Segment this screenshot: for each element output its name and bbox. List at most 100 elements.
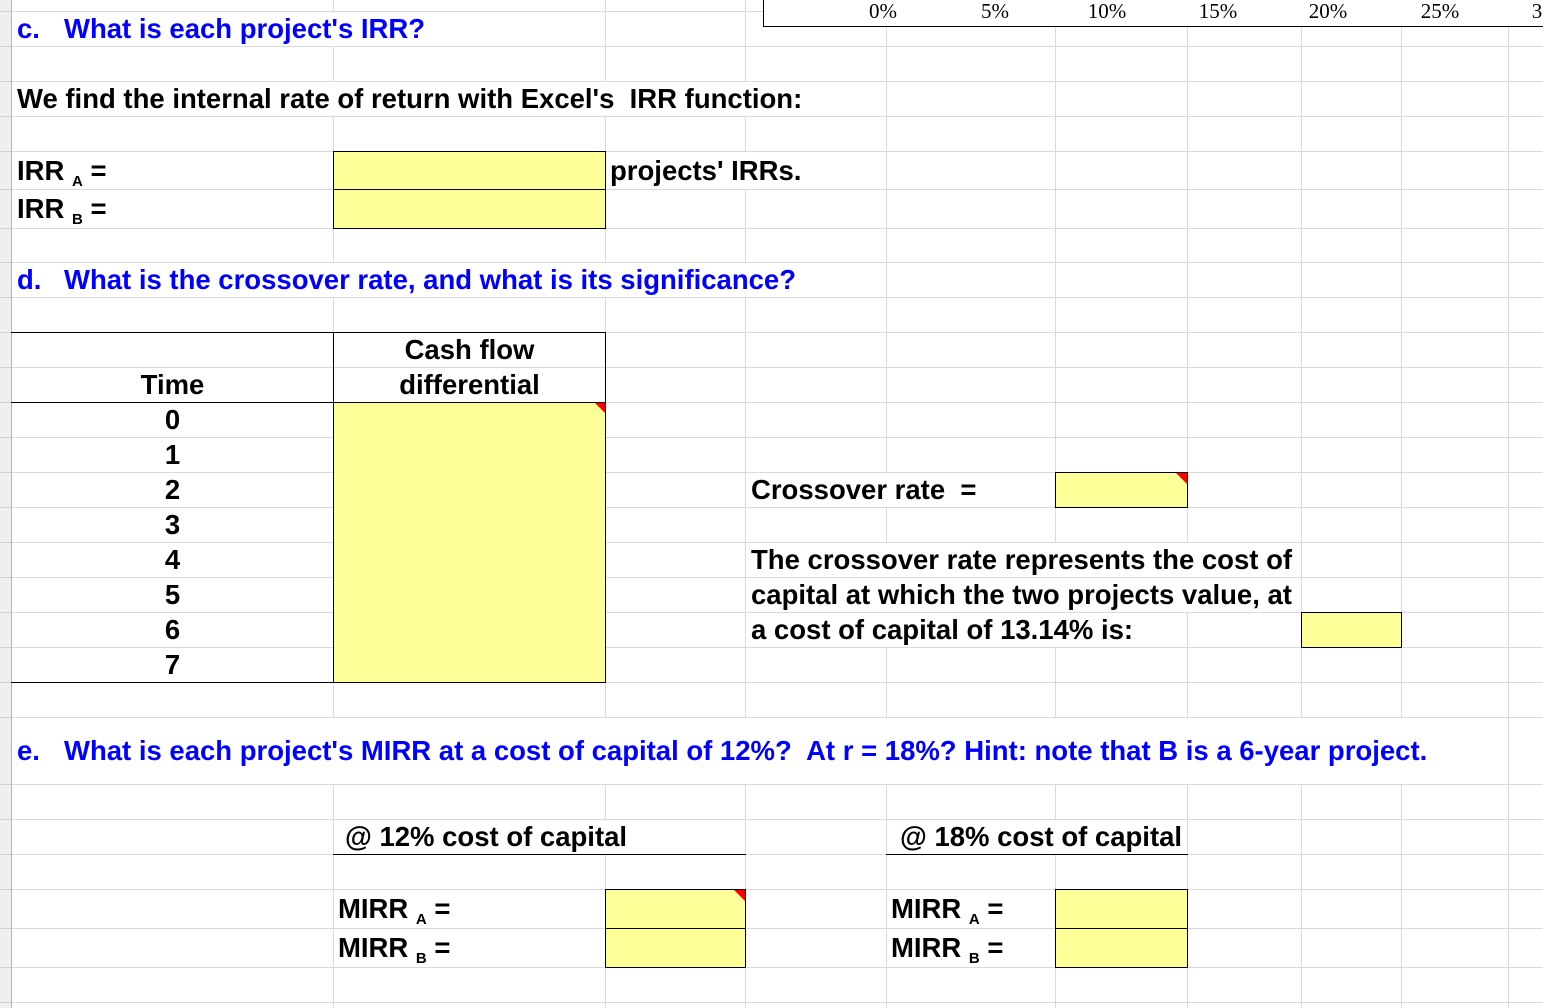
irr-b-input[interactable] xyxy=(333,189,606,229)
equals-sign: = xyxy=(987,893,1004,924)
table-header-divider xyxy=(11,402,606,403)
gridline-horizontal xyxy=(12,967,1543,968)
label-subscript: A xyxy=(968,911,980,928)
spreadsheet-grid[interactable]: 0% 5% 10% 15% 20% 25% 30% c. What is each… xyxy=(0,0,1543,1008)
row-header-divider xyxy=(0,332,11,333)
crossover-rate-label: Crossover rate = xyxy=(746,473,1054,507)
equals-sign: = xyxy=(987,932,1004,963)
gridline-horizontal xyxy=(12,854,1543,855)
comment-marker-icon[interactable] xyxy=(734,890,745,901)
gridline-horizontal xyxy=(12,1002,1543,1003)
gridline-vertical xyxy=(1508,0,1509,1008)
row-header-divider xyxy=(0,151,11,152)
label-subscript: B xyxy=(415,950,427,967)
heading-letter: e. xyxy=(17,735,40,766)
row-header-divider xyxy=(0,228,11,229)
group-title: @ 18% cost of capital xyxy=(887,820,1186,854)
label-subscript: A xyxy=(415,911,427,928)
section-d-heading: d. What is the crossover rate, and what i… xyxy=(12,263,885,297)
group-title-underline xyxy=(886,854,1188,855)
equals-sign: = xyxy=(90,155,107,186)
row-header-strip[interactable] xyxy=(0,0,12,1008)
cash-flow-differential-input[interactable] xyxy=(334,437,605,472)
mirr-b-12-input[interactable] xyxy=(605,928,746,968)
embedded-npv-chart[interactable]: 0% 5% 10% 15% 20% 25% 30% xyxy=(763,0,1543,27)
section-c-heading: c. What is each project's IRR? xyxy=(12,12,604,46)
equals-sign: = xyxy=(434,932,451,963)
row-header-divider xyxy=(0,647,11,648)
label-subscript: B xyxy=(968,950,980,967)
heading-text: What is each project's MIRR at a cost of… xyxy=(64,735,1428,766)
mirr-b-18-input[interactable] xyxy=(1055,928,1188,968)
row-header-divider xyxy=(0,854,11,855)
mirr-a-label: MIRR A = xyxy=(887,890,1055,928)
mirr-a-label: MIRR A = xyxy=(334,890,605,928)
chart-x-tick-label: 20% xyxy=(1308,0,1348,23)
significance-line-3: a cost of capital of 13.14% is: xyxy=(746,613,1186,647)
label-text: MIRR xyxy=(338,932,409,963)
row-header-divider xyxy=(0,717,11,718)
time-cell: 5 xyxy=(12,578,333,612)
cash-flow-differential-input[interactable] xyxy=(334,647,605,682)
row-header-divider xyxy=(0,967,11,968)
column-header-cash-flow: Cash flow xyxy=(334,333,605,367)
crossover-rate-input[interactable] xyxy=(1055,472,1188,508)
mirr-a-18-input[interactable] xyxy=(1055,889,1188,929)
gridline-horizontal xyxy=(12,928,1543,929)
irr-a-input[interactable] xyxy=(333,151,606,190)
cash-flow-differential-input[interactable] xyxy=(334,612,605,647)
mirr-a-12-input[interactable] xyxy=(605,889,746,929)
gridline-horizontal xyxy=(12,784,1543,785)
table-border-top xyxy=(11,332,606,333)
table-column-divider xyxy=(333,332,334,683)
gridline-horizontal xyxy=(12,228,1543,229)
time-cell: 2 xyxy=(12,473,333,507)
irr-note-text: projects' IRRs. xyxy=(606,152,885,189)
gridline-vertical xyxy=(1401,0,1402,1008)
row-header-divider xyxy=(0,682,11,683)
row-header-divider xyxy=(0,189,11,190)
row-header-divider xyxy=(0,116,11,117)
heading-text: What is each project's IRR? xyxy=(64,13,426,44)
equals-sign: = xyxy=(434,893,451,924)
gridline-horizontal xyxy=(12,46,1543,47)
row-header-divider xyxy=(0,784,11,785)
comment-marker-icon[interactable] xyxy=(1176,473,1187,484)
significance-value-input[interactable] xyxy=(1301,612,1402,648)
time-cell: 6 xyxy=(12,613,333,647)
gridline-horizontal xyxy=(12,116,1543,117)
significance-line-1: The crossover rate represents the cost o… xyxy=(746,543,1300,577)
row-header-divider xyxy=(0,889,11,890)
time-cell: 3 xyxy=(12,508,333,542)
label-text: IRR xyxy=(17,193,65,224)
irr-b-label: IRR B = xyxy=(12,190,332,228)
table-border-bottom xyxy=(11,682,606,683)
heading-letter: c. xyxy=(17,13,40,44)
mirr-b-label: MIRR B = xyxy=(887,929,1055,967)
chart-x-tick-label: 25% xyxy=(1420,0,1460,23)
cash-flow-differential-input[interactable] xyxy=(334,507,605,542)
row-header-divider xyxy=(0,262,11,263)
column-header-differential: differential xyxy=(334,368,605,402)
chart-x-tick-label: 15% xyxy=(1198,0,1238,23)
time-cell: 4 xyxy=(12,543,333,577)
gridline-horizontal xyxy=(12,889,1543,890)
row-header-divider xyxy=(0,11,11,12)
label-text: MIRR xyxy=(891,893,962,924)
row-header-divider xyxy=(0,577,11,578)
row-header-divider xyxy=(0,1002,11,1003)
chart-x-tick-label: 5% xyxy=(981,0,1009,23)
comment-marker-icon[interactable] xyxy=(594,402,605,413)
row-header-divider xyxy=(0,81,11,82)
section-e-heading: e. What is each project's MIRR at a cost … xyxy=(12,718,1507,784)
cash-flow-differential-input[interactable] xyxy=(334,402,605,437)
gridline-horizontal xyxy=(12,819,1543,820)
table-border-right xyxy=(605,332,606,683)
significance-line-2: capital at which the two projects value,… xyxy=(746,578,1300,612)
time-cell: 0 xyxy=(12,403,333,437)
cash-flow-differential-input[interactable] xyxy=(334,577,605,612)
heading-letter: d. xyxy=(17,264,42,295)
cash-flow-differential-input[interactable] xyxy=(334,542,605,577)
cash-flow-differential-input[interactable] xyxy=(334,472,605,507)
irr-intro-text: We find the internal rate of return with… xyxy=(12,82,885,116)
